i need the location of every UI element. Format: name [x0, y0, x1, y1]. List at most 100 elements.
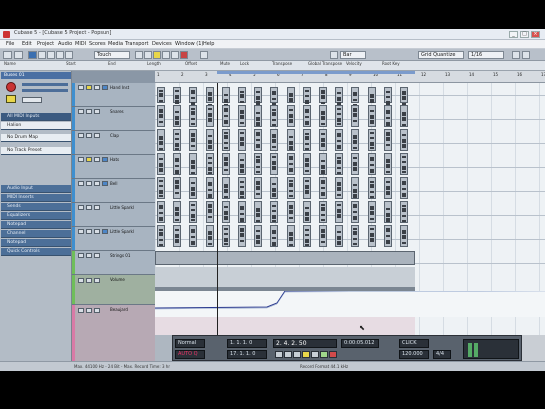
volume-slider[interactable]	[22, 83, 68, 86]
track-mute-button[interactable]	[86, 308, 92, 313]
track-mute-button[interactable]	[86, 109, 92, 114]
midi-part[interactable]	[302, 129, 311, 151]
midi-part[interactable]	[286, 153, 295, 175]
midi-part[interactable]	[189, 225, 198, 247]
inspector-section-quick-controls[interactable]: Quick Controls	[1, 248, 71, 256]
track-expand-button[interactable]	[78, 109, 84, 114]
track-name[interactable]: Little Sparkl	[110, 205, 134, 210]
inspector-section-input-routing[interactable]: All MIDI Inputs	[1, 113, 71, 121]
track-name[interactable]: Bell	[110, 181, 117, 186]
autoscroll-mode-select[interactable]: Touch	[94, 51, 130, 59]
midi-part[interactable]	[157, 105, 165, 127]
midi-part[interactable]	[254, 105, 263, 127]
quantize-preset-select[interactable]: Grid Quantize	[418, 51, 464, 59]
fast-forward-button[interactable]	[293, 351, 301, 358]
midi-part[interactable]	[221, 153, 230, 175]
erase-tool[interactable]	[65, 51, 73, 59]
track-expand-button[interactable]	[78, 308, 84, 313]
play-button[interactable]	[171, 51, 179, 59]
midi-part[interactable]	[238, 225, 246, 247]
midi-part[interactable]	[335, 153, 344, 175]
midi-part[interactable]	[221, 87, 230, 108]
midi-part[interactable]	[351, 105, 360, 127]
track-row[interactable]: Little Sparkl	[72, 203, 155, 227]
split-tool[interactable]	[47, 51, 55, 59]
signature-display[interactable]: 4/4	[433, 350, 451, 359]
track-name[interactable]: Volume	[110, 277, 125, 282]
track-solo-button[interactable]	[94, 308, 100, 313]
midi-part[interactable]	[319, 177, 327, 199]
play-button[interactable]	[320, 351, 328, 358]
midi-part[interactable]	[335, 105, 344, 127]
automation-lane[interactable]	[155, 267, 415, 287]
horizontal-scrollbar[interactable]	[155, 335, 172, 361]
inspector-section-midi-inserts[interactable]: MIDI Inserts	[1, 194, 71, 202]
track-expand-button[interactable]	[78, 205, 84, 210]
track-name[interactable]: Little Sparkl	[110, 229, 134, 234]
inspector-section-notepad-2[interactable]: Notepad	[1, 239, 71, 247]
stop-button[interactable]	[311, 351, 319, 358]
midi-part[interactable]	[302, 225, 311, 247]
track-solo-button[interactable]	[94, 133, 100, 138]
stop-button[interactable]	[162, 51, 170, 59]
midi-part[interactable]	[383, 105, 392, 127]
midi-part[interactable]	[221, 105, 230, 127]
midi-part[interactable]	[173, 201, 182, 223]
menu-file[interactable]: File	[6, 41, 14, 47]
midi-part[interactable]	[383, 153, 392, 175]
track-solo-button[interactable]	[94, 229, 100, 234]
midi-part[interactable]	[205, 201, 214, 223]
midi-part[interactable]	[367, 153, 376, 175]
midi-part[interactable]	[319, 87, 327, 104]
midi-part[interactable]	[173, 105, 182, 127]
midi-part[interactable]	[205, 153, 214, 175]
midi-part[interactable]	[367, 225, 376, 247]
midi-part[interactable]	[270, 87, 279, 107]
midi-part[interactable]	[367, 201, 376, 223]
menu-project[interactable]: Project	[37, 41, 54, 47]
midi-part[interactable]	[286, 105, 295, 127]
inspector-output-routing[interactable]: Halion	[1, 122, 71, 130]
midi-part[interactable]	[351, 129, 360, 151]
midi-part[interactable]	[400, 87, 408, 105]
auto-quantize-display[interactable]: AUTO Q	[175, 350, 205, 359]
rewind-to-start-button[interactable]	[275, 351, 283, 358]
cycle-button[interactable]	[153, 51, 161, 59]
midi-part[interactable]	[367, 129, 376, 151]
midi-part[interactable]	[367, 105, 376, 127]
midi-part[interactable]	[351, 87, 360, 108]
minimize-button[interactable]: _	[509, 31, 518, 38]
midi-part[interactable]	[254, 201, 263, 223]
midi-part[interactable]	[319, 201, 327, 223]
midi-part[interactable]	[238, 105, 246, 127]
click-display[interactable]: CLICK	[399, 339, 429, 348]
midi-part[interactable]	[221, 201, 230, 223]
midi-part[interactable]	[205, 225, 214, 247]
track-name[interactable]: Beaujard	[110, 307, 128, 312]
midi-part[interactable]	[270, 105, 279, 127]
midi-part[interactable]	[335, 129, 344, 151]
inspector-section-notepad[interactable]: Notepad	[1, 221, 71, 229]
track-solo-button[interactable]	[94, 85, 100, 90]
midi-part[interactable]	[383, 201, 392, 223]
track-mute-button[interactable]	[86, 229, 92, 234]
quantize-value-select[interactable]: 1/16	[468, 51, 504, 59]
midi-part[interactable]	[173, 177, 182, 199]
midi-part[interactable]	[254, 225, 263, 247]
track-mute-button[interactable]	[86, 205, 92, 210]
midi-part[interactable]	[351, 201, 360, 223]
midi-part[interactable]	[157, 225, 165, 247]
inspector-section-audio-input[interactable]: Audio Input	[1, 185, 71, 193]
midi-part[interactable]	[270, 129, 279, 151]
midi-part[interactable]	[173, 129, 182, 151]
midi-part[interactable]	[238, 87, 246, 108]
track-mute-button[interactable]	[86, 278, 92, 283]
midi-part[interactable]	[254, 87, 263, 105]
midi-part[interactable]	[173, 87, 182, 104]
transport-mode-display[interactable]: Normal	[175, 339, 205, 348]
midi-part[interactable]	[189, 129, 198, 151]
beaujard-lane[interactable]	[155, 317, 415, 335]
midi-part[interactable]	[351, 153, 360, 175]
monitor-button[interactable]	[6, 95, 16, 103]
midi-part[interactable]	[286, 201, 295, 223]
